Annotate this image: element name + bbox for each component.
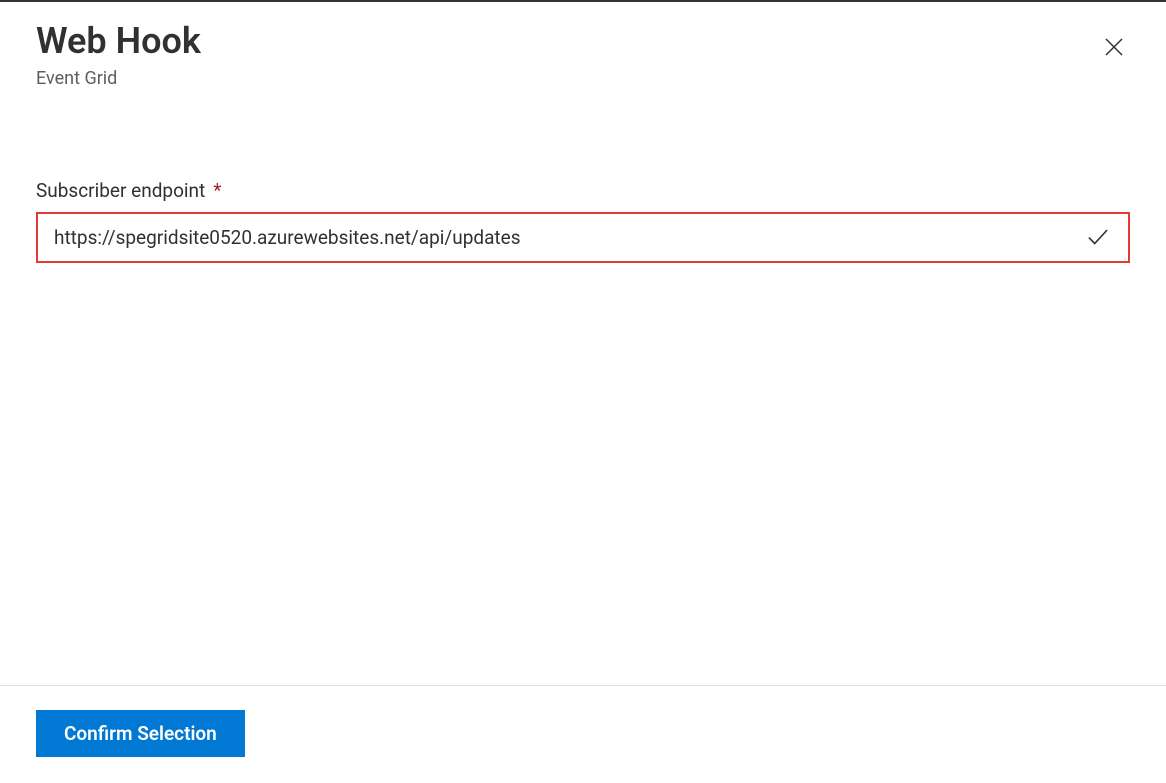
page-title: Web Hook [36, 22, 1130, 62]
required-indicator: * [213, 179, 221, 202]
endpoint-label: Subscriber endpoint [36, 179, 205, 202]
field-label-row: Subscriber endpoint * [36, 179, 1130, 202]
panel-content: Subscriber endpoint * [0, 89, 1166, 263]
endpoint-input-wrapper [36, 212, 1130, 263]
confirm-selection-button[interactable]: Confirm Selection [36, 710, 245, 757]
checkmark-icon [1078, 217, 1118, 257]
endpoint-input[interactable] [40, 216, 1078, 259]
panel-header: Web Hook Event Grid [0, 2, 1166, 89]
close-icon [1102, 35, 1126, 62]
close-button[interactable] [1098, 32, 1130, 64]
page-subtitle: Event Grid [36, 68, 1130, 89]
panel-footer: Confirm Selection [0, 685, 1166, 783]
